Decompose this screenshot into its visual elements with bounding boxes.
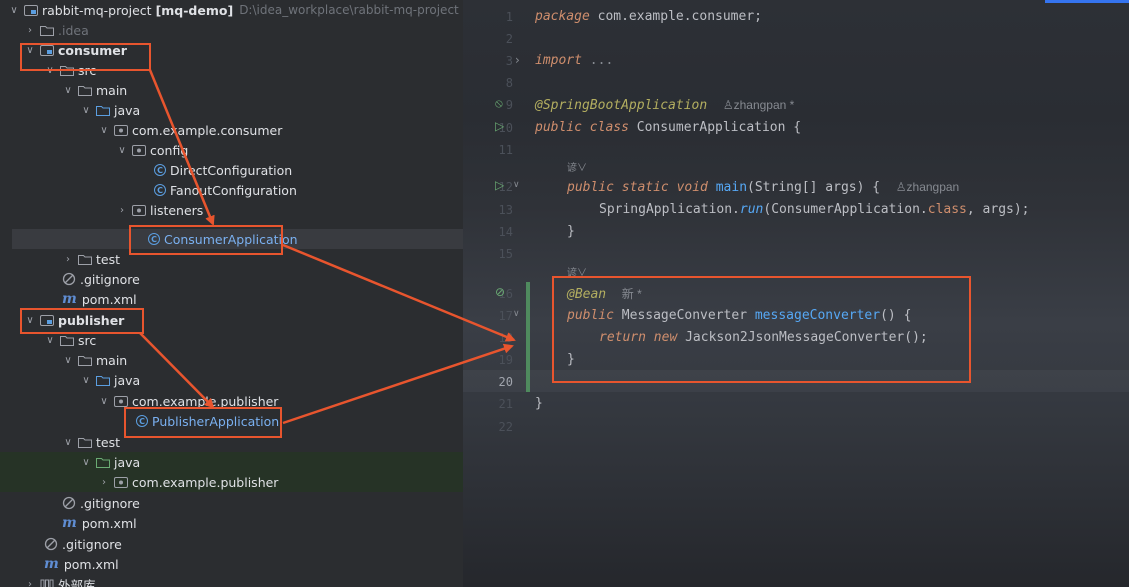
ide-window: ∨ rabbit-mq-project [mq-demo] D:\idea_wo… xyxy=(0,0,1129,587)
annotation-arrows xyxy=(139,69,516,425)
arrow-publisher-to-app xyxy=(139,332,215,409)
arrow-publisher-app-to-bean xyxy=(282,343,514,425)
arrow-consumer-app-to-bean xyxy=(282,243,516,342)
arrow-consumer-to-app xyxy=(148,69,215,226)
